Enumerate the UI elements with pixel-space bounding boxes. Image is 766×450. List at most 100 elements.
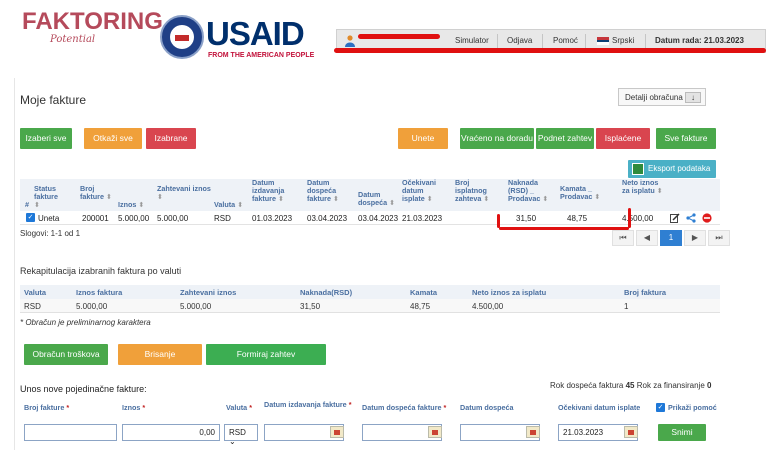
calendar-icon[interactable] bbox=[428, 426, 442, 438]
cell-ocekivani: 21.03.2023 bbox=[402, 214, 443, 223]
odjava-link[interactable]: Odjava bbox=[507, 36, 532, 45]
cell-status: Uneta bbox=[38, 214, 60, 223]
snimi-button[interactable]: Snimi bbox=[658, 424, 706, 441]
col-datum-dospeca[interactable]: Datum dospeća ⬍ bbox=[358, 191, 396, 207]
label-iznos: Iznos * bbox=[122, 403, 146, 412]
sum-cell-neto: 4.500,00 bbox=[472, 302, 504, 311]
label-valuta: Valuta * bbox=[226, 403, 252, 412]
otkazi-sve-button[interactable]: Otkaži sve bbox=[84, 128, 142, 149]
col-iznos[interactable]: Iznos ⬍ bbox=[118, 201, 144, 209]
cell-neto: 4.500,00 bbox=[622, 214, 654, 223]
col-datum-dospeca-fakture[interactable]: Datum dospeća fakture ⬍ bbox=[307, 179, 349, 203]
col-hash[interactable]: # bbox=[25, 201, 29, 209]
col-broj-fakture[interactable]: Broj fakture ⬍ bbox=[80, 185, 112, 201]
iznos-input[interactable]: 0,00 bbox=[122, 424, 220, 441]
calendar-icon[interactable] bbox=[526, 426, 540, 438]
tab-unete[interactable]: Unete bbox=[398, 128, 448, 149]
brisanje-button[interactable]: Brisanje bbox=[118, 344, 202, 365]
col-zahtevani-iznos[interactable]: Zahtevani iznos ⬍ bbox=[157, 185, 213, 201]
table-row[interactable]: ✓ Uneta 200001 5.000,00 5.000,00 RSD 01.… bbox=[20, 211, 720, 225]
pager-first-button[interactable]: ⏮ bbox=[612, 230, 634, 246]
summary-table-header: Valuta Iznos faktura Zahtevani iznos Nak… bbox=[20, 285, 720, 299]
pager-next-button[interactable]: ▶ bbox=[684, 230, 706, 246]
chevron-down-icon[interactable]: ↓ bbox=[685, 92, 701, 103]
tab-sve-fakture[interactable]: Sve fakture bbox=[656, 128, 716, 149]
edit-icon[interactable] bbox=[670, 213, 680, 223]
records-count: Slogovi: 1-1 od 1 bbox=[20, 229, 81, 238]
cell-valuta: RSD bbox=[214, 214, 231, 223]
detalji-label: Detalji obračuna bbox=[625, 93, 683, 102]
izabrane-button[interactable]: Izabrane bbox=[146, 128, 196, 149]
col-kamata[interactable]: Kamata _ Prodavac ⬍ bbox=[560, 185, 608, 201]
excel-icon bbox=[632, 163, 644, 175]
redaction-mark bbox=[628, 208, 631, 228]
export-label: Eksport podataka bbox=[648, 164, 711, 173]
valuta-select[interactable]: RSD ⌄ bbox=[224, 424, 258, 446]
pager-prev-button[interactable]: ◀ bbox=[636, 230, 658, 246]
label-prikazi-pomoc[interactable]: Prikaži pomoć bbox=[668, 403, 717, 412]
redaction-mark bbox=[497, 214, 500, 228]
formiraj-zahtev-button[interactable]: Formiraj zahtev bbox=[206, 344, 326, 365]
sum-cell-naknada: 31,50 bbox=[300, 302, 321, 311]
cell-datum-izdavanja: 01.03.2023 bbox=[252, 214, 293, 223]
sum-cell-kamata: 48,75 bbox=[410, 302, 431, 311]
cell-naknada: 31,50 bbox=[516, 214, 537, 223]
detalji-obracuna-button[interactable]: Detalji obračuna ↓ bbox=[618, 88, 706, 106]
label-datum-izdavanja: Datum izdavanja fakture * bbox=[264, 400, 352, 409]
obracun-troskova-button[interactable]: Obračun troškova bbox=[24, 344, 108, 365]
summary-title: Rekapitulacija izabranih faktura po valu… bbox=[20, 266, 182, 276]
share-icon[interactable] bbox=[686, 213, 696, 223]
preliminary-note: * Obračun je preliminarnog karaktera bbox=[20, 318, 151, 327]
sum-col-zahtevani: Zahtevani iznos bbox=[180, 288, 237, 297]
tab-isplacene[interactable]: Isplaćene bbox=[596, 128, 650, 149]
col-naknada[interactable]: Naknada (RSD) _ Prodavac ⬍ bbox=[508, 179, 550, 203]
redaction-mark bbox=[499, 227, 629, 230]
pager-current-page[interactable]: 1 bbox=[660, 230, 682, 246]
calendar-icon[interactable] bbox=[330, 426, 344, 438]
tab-podnet-zahtev[interactable]: Podnet zahtev bbox=[536, 128, 594, 149]
usaid-logo-sub: FROM THE AMERICAN PEOPLE bbox=[208, 52, 315, 59]
label-ocekivani: Očekivani datum isplate bbox=[558, 403, 641, 412]
calendar-icon[interactable] bbox=[624, 426, 638, 438]
sum-cell-valuta: RSD bbox=[24, 302, 41, 311]
izaberi-sve-button[interactable]: Izaberi sve bbox=[20, 128, 72, 149]
serbian-flag-icon bbox=[597, 37, 609, 45]
delete-icon[interactable] bbox=[702, 213, 712, 223]
export-button[interactable]: Eksport podataka bbox=[628, 160, 716, 178]
factoring-logo-title: FAKTORING bbox=[22, 8, 163, 35]
chevron-down-icon: ⌄ bbox=[229, 437, 236, 446]
sum-col-iznos: Iznos faktura bbox=[76, 288, 123, 297]
label-broj-fakture: Broj fakture * bbox=[24, 403, 70, 412]
factoring-logo: FAKTORING Potential bbox=[22, 8, 163, 45]
sum-cell-iznos: 5.000,00 bbox=[76, 302, 108, 311]
usaid-logo-title: USAID bbox=[206, 15, 305, 52]
usaid-seal-icon bbox=[160, 15, 204, 59]
col-datum-izdavanja[interactable]: Datum izdavanja fakture ⬍ bbox=[252, 179, 292, 203]
pomoc-link[interactable]: Pomoć bbox=[553, 36, 578, 45]
summary-row: RSD 5.000,00 5.000,00 31,50 48,75 4.500,… bbox=[20, 299, 720, 313]
language-selector[interactable]: Srpski bbox=[612, 36, 634, 45]
col-broj-isplatnog[interactable]: Broj isplatnog zahteva ⬍ bbox=[455, 179, 501, 203]
col-neto-iznos[interactable]: Neto iznos za isplatu ⬍ bbox=[622, 179, 666, 195]
cell-datum-dospeca: 03.04.2023 bbox=[358, 214, 399, 223]
sum-col-naknada: Naknada(RSD) bbox=[300, 288, 353, 297]
cell-broj: 200001 bbox=[82, 214, 109, 223]
cell-kamata: 48,75 bbox=[567, 214, 588, 223]
pager-last-button[interactable]: ⏭ bbox=[708, 230, 730, 246]
tab-vraceno-na-doradu[interactable]: Vraćeno na doradu bbox=[460, 128, 534, 149]
simulator-link[interactable]: Simulator bbox=[455, 36, 489, 45]
cell-datum-dospeca-f: 03.04.2023 bbox=[307, 214, 348, 223]
sum-cell-broj: 1 bbox=[624, 302, 629, 311]
col-status[interactable]: Status fakture ⬍ bbox=[34, 185, 64, 209]
rok-info: Rok dospeća faktura 45 Rok za finansiran… bbox=[550, 381, 712, 390]
col-valuta[interactable]: Valuta ⬍ bbox=[214, 201, 243, 209]
label-datum-dospeca: Datum dospeća bbox=[460, 403, 514, 412]
user-icon[interactable] bbox=[345, 35, 355, 47]
sum-col-kamata: Kamata bbox=[410, 288, 438, 297]
label-datum-dospeca-fakture: Datum dospeća fakture * bbox=[362, 403, 447, 412]
row-checkbox[interactable]: ✓ bbox=[26, 213, 35, 222]
broj-fakture-input[interactable] bbox=[24, 424, 117, 441]
datum-rada: Datum rada: 21.03.2023 bbox=[655, 36, 744, 45]
col-ocekivani-datum[interactable]: Očekivani datum isplate ⬍ bbox=[402, 179, 446, 203]
prikazi-pomoc-checkbox[interactable]: ✓ bbox=[656, 403, 665, 412]
